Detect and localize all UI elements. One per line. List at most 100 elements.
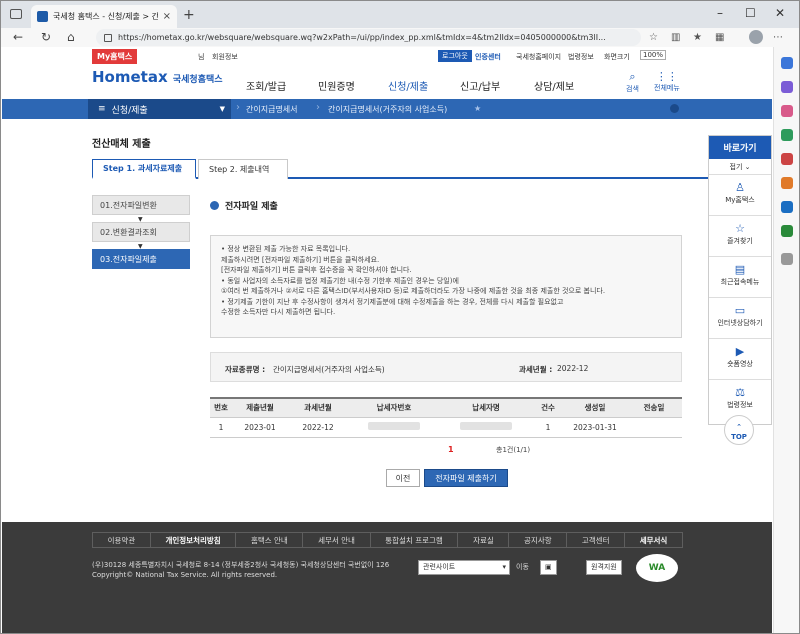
outlook-icon[interactable] (781, 201, 793, 213)
related-sites-select[interactable]: 관련사이트 ▾ (418, 560, 510, 575)
left-step-result[interactable]: 02.변환결과조회 (92, 222, 190, 242)
breadcrumb-seg-2[interactable]: 간이지급명세서(거주자의 사업소득) (328, 104, 447, 115)
quick-label: 최근접속메뉴 (720, 278, 760, 286)
close-tab-icon[interactable]: × (163, 11, 171, 22)
notice-line: [전자파일 제출하기] 버튼 클릭후 접수증을 꼭 확인하셔야 합니다. (221, 266, 412, 274)
quick-favorites[interactable]: ☆ 즐겨찾기 (709, 216, 771, 257)
result-count: 총1건(1/1) (496, 446, 531, 454)
profile-avatar[interactable] (749, 30, 763, 44)
more-icon[interactable]: ⋯ (773, 32, 783, 43)
law-info-link[interactable]: 법령정보 (568, 52, 594, 62)
user-name: 님 (198, 53, 205, 61)
logout-button[interactable]: 로그아웃 (438, 50, 472, 62)
refresh-icon[interactable]: ↻ (41, 30, 51, 44)
top-button[interactable]: ⌃ TOP (724, 415, 754, 445)
minimize-icon[interactable]: – (717, 6, 723, 20)
my-hometax-badge[interactable]: My홈택스 (92, 49, 138, 64)
office-icon[interactable] (781, 177, 793, 189)
all-menu-button[interactable]: ⋮⋮ 전체메뉴 (654, 70, 680, 93)
col-no: 번호 (210, 397, 232, 418)
prev-button[interactable]: 이전 (386, 469, 420, 487)
quick-links-title: 바로가기 (709, 136, 771, 159)
footer-notice[interactable]: 공지사항 (508, 532, 568, 548)
collections-icon[interactable]: ▦ (715, 32, 724, 43)
tab-step-2[interactable]: Step 2. 제출내역 (198, 159, 288, 179)
bookmark-star-icon[interactable]: ★ (474, 104, 481, 113)
submit-file-button[interactable]: 전자파일 제출하기 (424, 469, 508, 487)
copyright-line: Copyright© National Tax Service. All rig… (92, 571, 278, 579)
left-step-submit[interactable]: 03.전자파일제출 (92, 249, 190, 269)
maximize-icon[interactable]: ☐ (745, 6, 756, 20)
back-icon[interactable]: ← (13, 30, 23, 44)
breadcrumb-seg-1[interactable]: 간이지급명세서 (246, 104, 298, 115)
member-info-link[interactable]: 회원정보 (212, 52, 238, 62)
footer-terms[interactable]: 이용약관 (92, 532, 151, 548)
left-step-convert[interactable]: 01.전자파일변환 (92, 195, 190, 215)
footer-guide[interactable]: 홈택스 안내 (235, 532, 304, 548)
quick-recent[interactable]: ▤ 최근접속메뉴 (709, 257, 771, 298)
tab-actions-icon[interactable] (10, 9, 22, 19)
cell-taxpayer-name (440, 417, 532, 438)
shopping-icon[interactable] (781, 105, 793, 117)
home-icon[interactable]: ⌂ (67, 30, 75, 44)
menu-certificate[interactable]: 민원증명 (318, 78, 355, 93)
masked-value (368, 422, 420, 430)
go-link[interactable]: 이동 (516, 562, 529, 572)
col-submit-month: 제출년월 (232, 397, 288, 418)
games-icon[interactable] (781, 153, 793, 165)
close-window-icon[interactable]: ✕ (775, 6, 785, 20)
cert-center-link[interactable]: 인증센터 (475, 52, 501, 62)
footer-address: (우)30128 세종특별자치시 국세청로 8-14 (정부세종2청사 국세청동… (92, 560, 389, 580)
split-screen-icon[interactable]: ▥ (671, 32, 680, 43)
footer-install[interactable]: 통합설치 프로그램 (369, 532, 459, 548)
info-box: 자료종류명 : 간이지급명세서(거주자의 사업소득) 과세년월 : 2022-1… (210, 352, 682, 382)
footer-privacy[interactable]: 개인정보처리방침 (149, 532, 237, 548)
url-field[interactable]: https://hometax.go.kr/websquare/websquar… (96, 29, 641, 46)
table-row[interactable]: 1 2023-01 2022-12 1 2023-01-31 (210, 417, 682, 438)
quick-consult[interactable]: ▭ 인터넷상담하기 (709, 298, 771, 339)
footer-library[interactable]: 자료실 (457, 532, 510, 548)
zoom-control[interactable]: 100% (640, 50, 667, 60)
footer-office[interactable]: 세무서 안내 (302, 532, 371, 548)
search-button[interactable]: ⌕ 검색 (626, 70, 639, 94)
hometax-logo[interactable]: Hometax 국세청홈택스 (92, 68, 223, 86)
favorite-icon[interactable]: ☆ (649, 32, 658, 43)
notice-line: • 동일 사업자의 소득자료를 법정 제출기한 내(수정 기한후 제출인 경우는… (221, 276, 459, 285)
pagination-current[interactable]: 1 (448, 445, 454, 454)
copilot-icon[interactable] (781, 81, 793, 93)
breadcrumb-lead[interactable]: ≡ 신청/제출 ▼ (88, 99, 231, 119)
fold-button[interactable]: 접기 ⌄ (709, 159, 771, 175)
tab-step-1[interactable]: Step 1. 과세자료제출 (92, 159, 196, 179)
footer-links: 이용약관 개인정보처리방침 홈택스 안내 세무서 안내 통합설치 프로그램 자료… (92, 532, 683, 548)
menu-inquiry[interactable]: 조회/발급 (246, 78, 286, 93)
add-sidebar-icon[interactable] (781, 253, 793, 265)
address-bar-row: ← ↻ ⌂ https://hometax.go.kr/websquare/we… (1, 28, 799, 47)
tree-icon[interactable] (781, 225, 793, 237)
remote-support-button[interactable]: 원격지원 (586, 560, 622, 575)
footer-forms[interactable]: 세무서식 (624, 532, 683, 548)
menu-report-pay[interactable]: 신고/납부 (460, 78, 500, 93)
quick-links: 바로가기 접기 ⌄ ♙ My홈택스 ☆ 즐겨찾기 ▤ 최근접속메뉴 ▭ 인터넷상담하기 … (708, 135, 772, 425)
footer-support[interactable]: 고객센터 (566, 532, 626, 548)
all-menu-label: 전체메뉴 (654, 84, 680, 92)
lock-icon (104, 33, 112, 42)
zoom-label: 화면크기 (604, 53, 630, 61)
nts-page-link[interactable]: 국세청홈페이지 (516, 52, 561, 62)
favorites-list-icon[interactable]: ★ (693, 32, 702, 43)
quick-shorts[interactable]: ▶ 숏폼영상 (709, 339, 771, 380)
new-tab-icon[interactable]: + (183, 7, 195, 23)
logo-subtext: 국세청홈택스 (172, 75, 223, 85)
menu-apply-submit[interactable]: 신청/제출 (388, 78, 429, 101)
browser-tab[interactable]: 국세청 홈택스 - 신청/제출 > 간이 × (31, 5, 177, 28)
breadcrumb-dropdown-icon[interactable] (670, 104, 679, 113)
notice-line: 수정한 소득자만 다시 제출하면 됩니다. (221, 308, 336, 316)
fingerprint-button[interactable]: ▣ (540, 560, 557, 575)
quick-label: My홈택스 (725, 196, 755, 204)
search-sidebar-icon[interactable] (781, 57, 793, 69)
quick-my-hometax[interactable]: ♙ My홈택스 (709, 175, 771, 216)
search-label: 검색 (626, 85, 639, 93)
menu-consult[interactable]: 상담/제보 (534, 78, 574, 93)
notice-line: 제출하시려면 [전자파일 제출하기] 버튼을 클릭하세요. (221, 255, 380, 264)
tools-icon[interactable] (781, 129, 793, 141)
col-sent: 전송일 (626, 397, 682, 418)
